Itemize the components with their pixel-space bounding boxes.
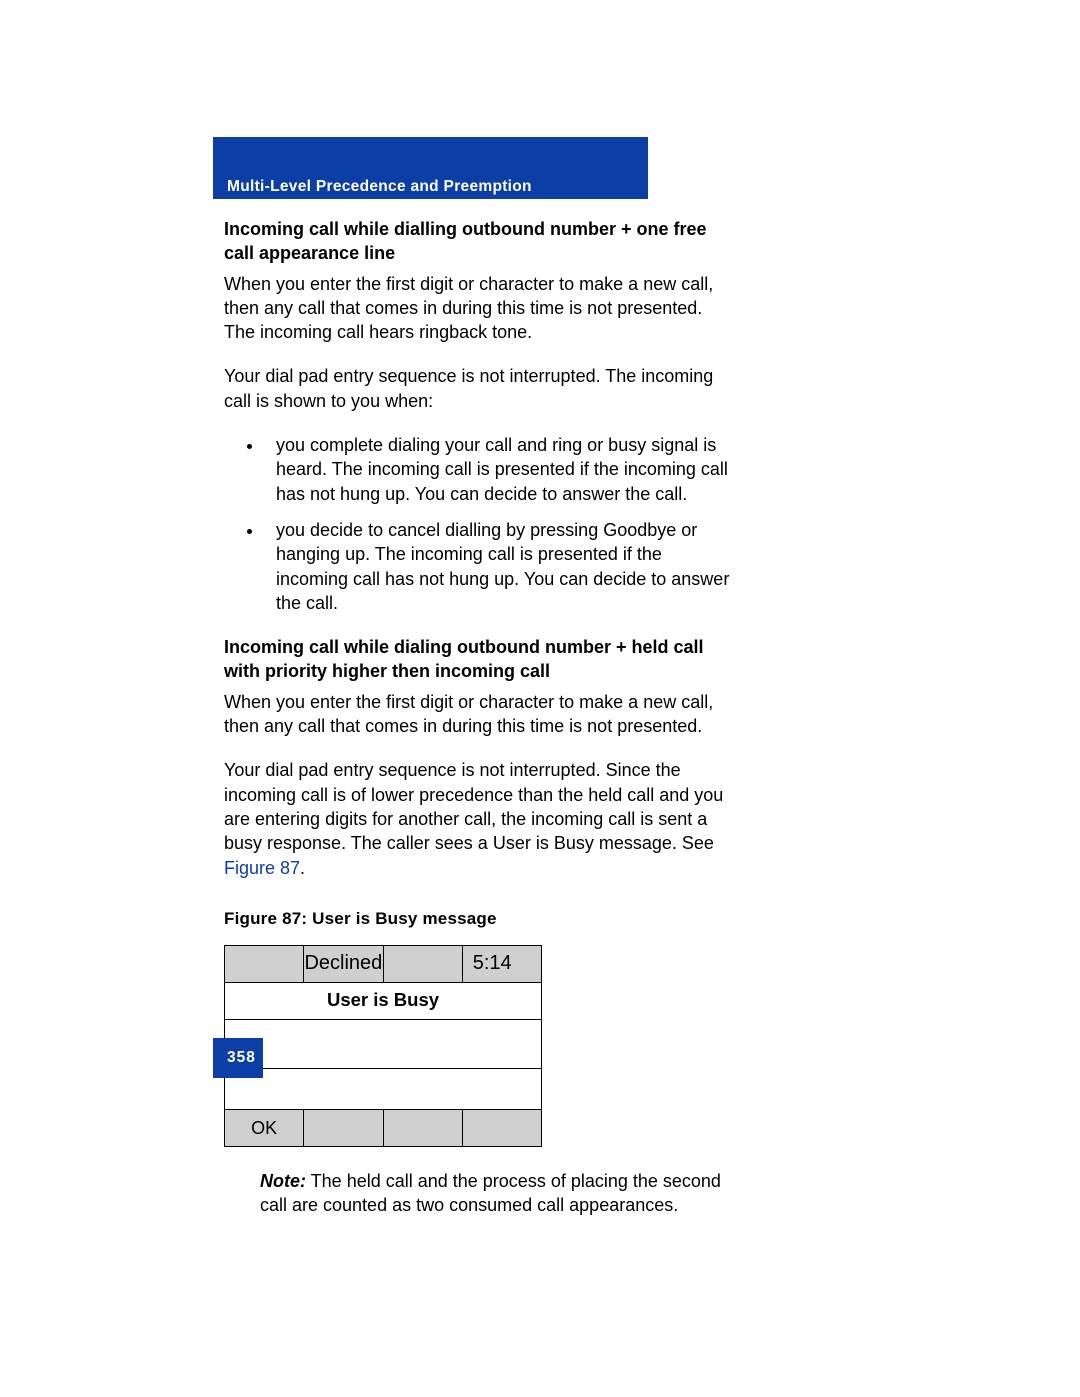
figure-link[interactable]: Figure 87 [224,858,300,878]
paragraph-text: Your dial pad entry sequence is not inte… [224,760,723,853]
display-status: Declined [304,945,383,982]
paragraph: When you enter the first digit or charac… [224,690,734,739]
document-page: Multi-Level Precedence and Preemption In… [0,0,1080,1397]
paragraph: Your dial pad entry sequence is not inte… [224,364,734,413]
paragraph: When you enter the first digit or charac… [224,272,734,345]
subsection-heading-1: Incoming call while dialling outbound nu… [224,217,734,266]
note-text: The held call and the process of placing… [260,1171,721,1215]
figure-caption: Figure 87: User is Busy message [224,908,734,931]
display-message: User is Busy [225,982,542,1019]
list-item: you decide to cancel dialling by pressin… [264,518,734,615]
softkey-empty [383,1109,462,1146]
paragraph-text: . [300,858,305,878]
display-cell-empty [383,945,462,982]
softkey-ok: OK [225,1109,304,1146]
display-cell-empty [225,945,304,982]
bullet-list: you complete dialing your call and ring … [224,433,734,615]
subsection-heading-2: Incoming call while dialing outbound num… [224,635,734,684]
note-label: Note: [260,1171,306,1191]
display-blank-row [225,1068,542,1109]
softkey-empty [462,1109,541,1146]
note-block: Note: The held call and the process of p… [260,1169,734,1218]
phone-display-figure: Declined 5:14 User is Busy OK [224,945,542,1147]
section-header: Multi-Level Precedence and Preemption [227,177,532,198]
list-item: you complete dialing your call and ring … [264,433,734,506]
page-number: 358 [227,1048,256,1069]
display-time: 5:14 [462,945,541,982]
body-content: Incoming call while dialling outbound nu… [224,217,734,1217]
softkey-empty [304,1109,383,1146]
display-blank-row [225,1019,542,1068]
paragraph: Your dial pad entry sequence is not inte… [224,758,734,879]
